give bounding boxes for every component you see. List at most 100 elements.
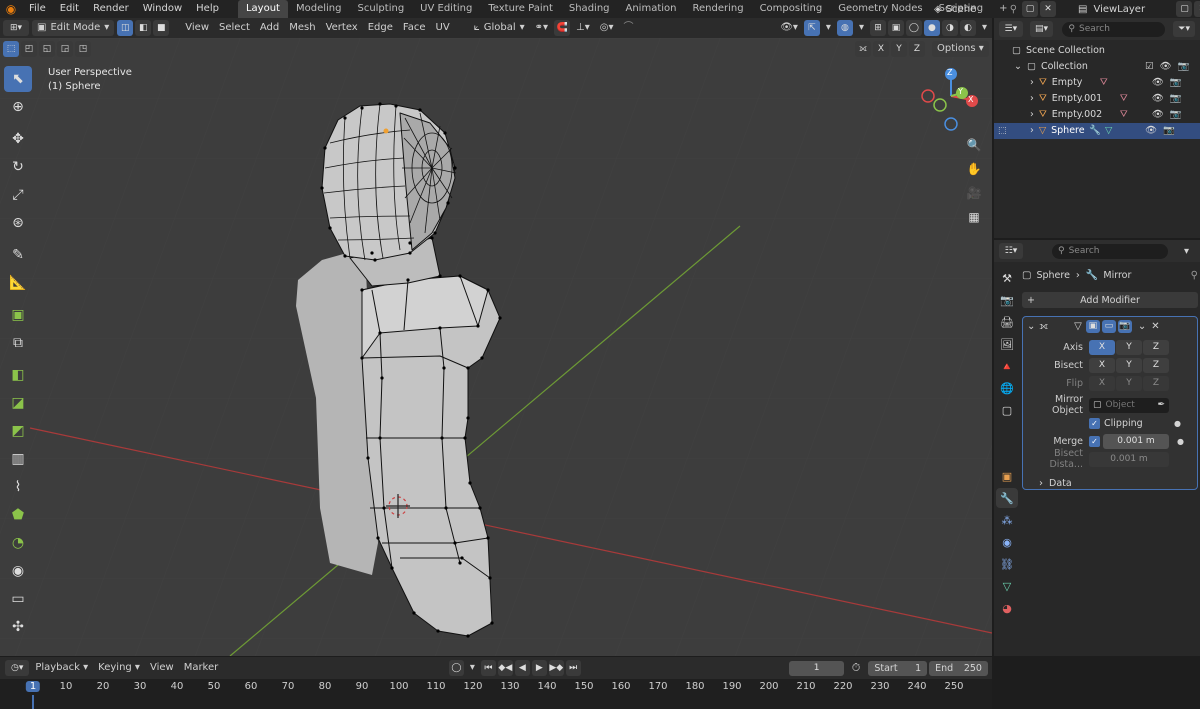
measure-tool-icon[interactable]: 📐 [4,270,32,296]
select-box-icon[interactable]: ⬚ [3,41,19,57]
camera-icon[interactable]: 📷 [1170,107,1182,123]
menu-add[interactable]: Add [255,20,284,36]
stopwatch-icon[interactable]: ⏱ [852,661,861,675]
camera-icon[interactable]: 📷 [1170,91,1182,107]
expand-arrow-icon[interactable]: › [1030,75,1034,91]
mirror-axis-icon[interactable]: ⟗ [855,41,871,57]
select-subtract-icon[interactable]: ◱ [39,41,55,57]
data-tab-icon[interactable]: ▽ [996,576,1018,596]
gizmo-z-label[interactable]: Z [947,68,952,77]
knife-tool-icon[interactable]: ⌇ [4,474,32,500]
merge-checkbox[interactable]: ✓ [1089,435,1100,447]
edge-slide-tool-icon[interactable]: ▭ [4,586,32,612]
outliner-editor-type-icon[interactable]: ☰▾ [999,21,1023,37]
shading-dropdown-icon[interactable]: ▾ [977,20,992,36]
tab-texture-paint[interactable]: Texture Paint [480,0,561,18]
keying-set-dropdown[interactable]: ▾ [465,660,480,676]
tab-rendering[interactable]: Rendering [684,0,751,18]
flip-z-toggle[interactable]: Z [1143,375,1169,391]
checkbox-icon[interactable]: ☑ [1145,59,1154,75]
transform-tool-icon[interactable]: ⊛ [4,210,32,236]
scene-tab-icon[interactable]: 🔺 [996,356,1018,376]
pin-icon[interactable]: ⚲ [1010,4,1017,15]
modifier-tab-icon[interactable]: 🔧 [996,488,1018,508]
loop-cut-tool-icon[interactable]: ▥ [4,446,32,472]
tab-layout[interactable]: Layout [237,0,288,18]
constraints-tab-icon[interactable]: ⛓ [996,554,1018,574]
face-select-icon[interactable]: ■ [153,20,170,36]
camera-icon[interactable]: 📷 [1178,59,1190,75]
edge-select-icon[interactable]: ◧ [135,20,152,36]
new-scene-icon[interactable]: ▢ [1022,1,1039,17]
overlays-icon[interactable]: ◍ [836,20,853,36]
render-display-icon[interactable]: 📷 [1117,319,1132,333]
expand-arrow-icon[interactable]: › [1030,91,1034,107]
cursor-tool-icon[interactable]: ⊕ [4,94,32,120]
timeline-editor-type-icon[interactable]: ◷▾ [5,660,30,676]
gizmo-toggle-icon[interactable]: ⇱ [803,20,820,36]
tab-animation[interactable]: Animation [618,0,685,18]
add-cube-tool-icon[interactable]: ▣ [4,302,32,328]
axis-z-toggle[interactable]: Z [1143,339,1169,355]
keyframe-dot-icon[interactable]: ● [1177,437,1184,446]
view-layer-name[interactable]: ViewLayer [1093,4,1175,15]
shrink-fatten-tool-icon[interactable]: ✣ [4,614,32,640]
outliner-item-empty-001[interactable]: › ⛛ Empty.001 ⛛ 👁 📷 [994,91,1200,107]
tool-settings-tab-icon[interactable]: ⚒ [996,268,1018,288]
delete-scene-icon[interactable]: ✕ [1040,1,1057,17]
view-layer-selector[interactable]: ▤ ViewLayer ▢ ✕ [1078,1,1200,17]
zoom-icon[interactable]: 🔍 [962,134,986,156]
menu-select[interactable]: Select [214,20,255,36]
bisect-y-toggle[interactable]: Y [1116,357,1142,373]
material-shading-icon[interactable]: ◑ [941,20,958,36]
snap-target-icon[interactable]: ⊥▾ [571,20,595,36]
blender-logo-icon[interactable]: ◉ [0,2,22,16]
menu-timeline-view[interactable]: View [145,660,179,676]
data-subpanel-header[interactable]: › Data [1023,475,1197,491]
transform-orientation-dropdown[interactable]: ⟀ Global ▾ [469,20,530,36]
3d-viewport[interactable]: User Perspective (1) Sphere Z X Y 🔍 ✋ 🎥 … [0,38,992,656]
menu-view[interactable]: View [180,20,214,36]
output-tab-icon[interactable]: 🖨 [996,312,1018,332]
menu-mesh[interactable]: Mesh [284,20,320,36]
snap-icon[interactable]: 🧲 [554,20,571,36]
mirror-object-field[interactable]: ▢ Object ✒ [1089,397,1169,413]
properties-search-field[interactable]: ⚲ Search [1052,243,1168,259]
outliner-item-empty[interactable]: › ⛛ Empty ⛛ 👁 📷 [994,75,1200,91]
mirror-x-toggle[interactable]: X [873,41,889,57]
physics-tab-icon[interactable]: ◉ [996,532,1018,552]
collection-tab-icon[interactable]: ▢ [996,400,1018,420]
extrude-tool-icon[interactable]: ⧉ [4,330,32,356]
menu-help[interactable]: Help [189,0,226,18]
pin-icon[interactable]: ⚲ [1191,270,1198,281]
eye-icon[interactable]: 👁 [1152,75,1164,91]
chevron-down-icon[interactable]: ⌄ [1138,321,1146,332]
perspective-toggle-icon[interactable]: ▦ [962,206,986,228]
gizmo-x-label[interactable]: X [968,95,973,104]
extrude-region-icon[interactable]: ◧ [4,362,32,388]
tab-geometry-nodes[interactable]: Geometry Nodes [830,0,930,18]
menu-marker[interactable]: Marker [179,660,224,676]
object-tab-icon[interactable]: ▣ [996,466,1018,486]
merge-distance-field[interactable]: 0.001 m [1103,433,1169,449]
gizmo-dropdown-icon[interactable]: ▾ [821,20,836,36]
expand-arrow-icon[interactable]: ⌄ [1014,59,1022,75]
current-frame-field[interactable]: 1 [789,660,844,676]
playhead-line[interactable] [32,695,34,709]
on-cage-icon[interactable]: ▽ [1074,321,1082,332]
bevel-tool-icon[interactable]: ◩ [4,418,32,444]
clipping-checkbox[interactable]: ✓ [1089,417,1100,429]
tab-uv-editing[interactable]: UV Editing [412,0,480,18]
move-tool-icon[interactable]: ✥ [4,126,32,152]
outliner-collection[interactable]: ⌄ ▢ Collection ☑ 👁 📷 [994,59,1200,75]
wireframe-shading-icon[interactable]: ◯ [905,20,922,36]
menu-keying[interactable]: Keying ▾ [93,660,145,676]
delete-view-layer-icon[interactable]: ✕ [1194,1,1200,17]
bisect-distance-field[interactable]: 0.001 m [1089,451,1169,467]
jump-end-icon[interactable]: ⏭ [565,660,581,676]
select-tool-icon[interactable]: ⬉ [4,66,32,92]
expand-arrow-icon[interactable]: › [1030,107,1034,123]
vertex-select-icon[interactable]: ◫ [117,20,134,36]
outliner-search-field[interactable]: ⚲ Search [1062,21,1166,37]
end-frame-field[interactable]: End 250 [929,660,988,676]
